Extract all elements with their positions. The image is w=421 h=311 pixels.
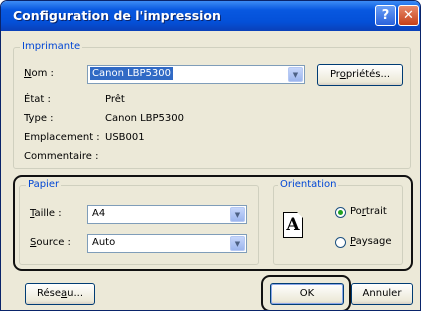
portrait-page-icon: A (283, 212, 303, 238)
help-button[interactable]: ? (375, 5, 396, 26)
comment-label: Commentaire : (24, 151, 99, 162)
portrait-radio[interactable] (335, 207, 346, 218)
paper-size-label: Taille : (30, 208, 62, 219)
paper-source-label: Source : (30, 237, 71, 248)
status-value: Prêt (105, 94, 125, 105)
printer-name-label: Nom : (24, 68, 54, 79)
paper-group: Papier (19, 179, 259, 265)
type-label: Type : (24, 113, 54, 124)
portrait-label[interactable]: Portrait (350, 206, 387, 217)
print-setup-dialog: Configuration de l'impression ? ✕ Imprim… (0, 0, 421, 311)
orientation-group-legend: Orientation (278, 179, 339, 190)
ok-button[interactable]: OK (270, 283, 344, 305)
paper-group-legend: Papier (26, 179, 62, 190)
paper-source-value: Auto (92, 237, 116, 248)
chevron-down-icon[interactable]: ▼ (288, 67, 303, 82)
chevron-down-icon[interactable]: ▼ (230, 207, 245, 222)
paper-source-select[interactable]: Auto ▼ (87, 234, 247, 253)
landscape-radio[interactable] (335, 237, 346, 248)
paper-size-select[interactable]: A4 ▼ (87, 205, 247, 224)
window-title: Configuration de l'impression (13, 8, 221, 23)
properties-button[interactable]: Propriétés... (317, 64, 403, 86)
chevron-down-icon[interactable]: ▼ (230, 236, 245, 251)
location-label: Emplacement : (24, 132, 100, 143)
type-value: Canon LBP5300 (105, 113, 184, 124)
close-button[interactable]: ✕ (398, 5, 419, 26)
printer-name-value: Canon LBP5300 (90, 67, 173, 80)
cancel-button[interactable]: Annuler (351, 283, 413, 305)
printer-name-label-rest: om : (31, 68, 54, 79)
printer-name-select[interactable]: Canon LBP5300 ▼ (87, 65, 305, 84)
location-value: USB001 (105, 132, 145, 143)
status-label: État : (24, 94, 51, 105)
printer-group-legend: Imprimante (20, 41, 83, 52)
landscape-label[interactable]: Paysage (350, 236, 391, 247)
paper-size-value: A4 (92, 208, 106, 219)
title-bar[interactable]: Configuration de l'impression ? ✕ (1, 1, 420, 31)
network-button[interactable]: Réseau... (25, 283, 95, 305)
